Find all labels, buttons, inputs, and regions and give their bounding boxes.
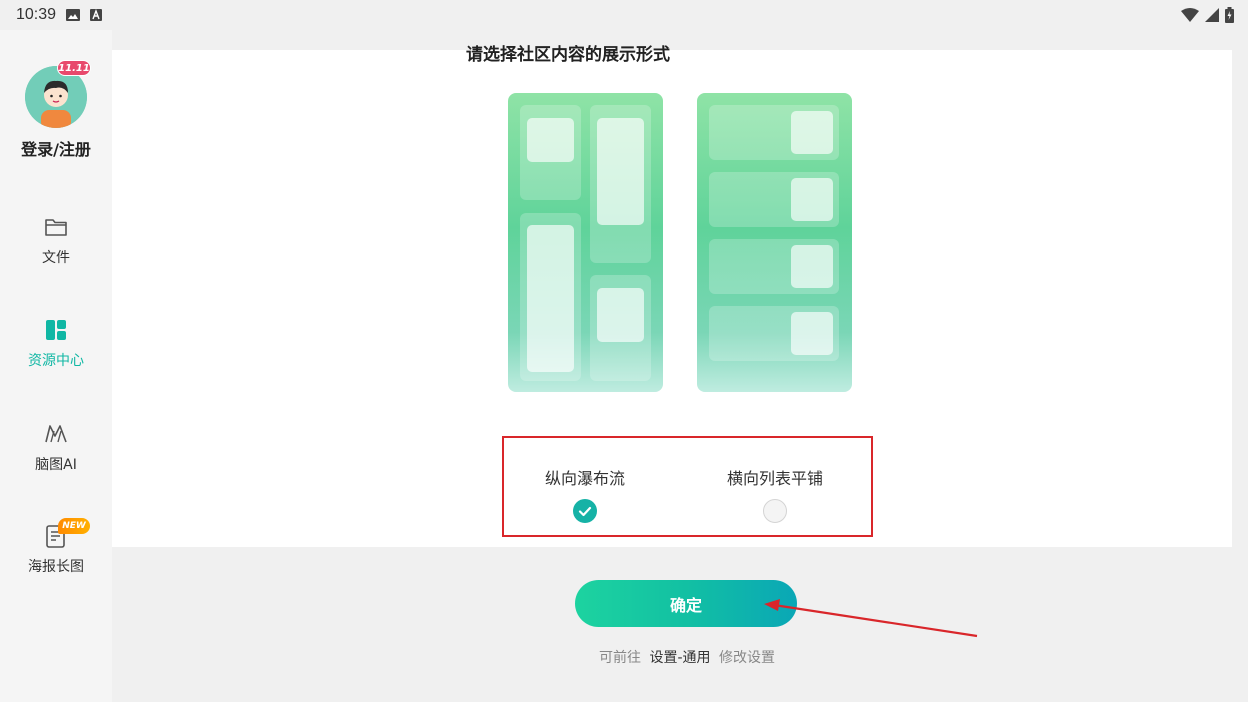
battery-icon xyxy=(1225,7,1234,23)
list-preview-card[interactable] xyxy=(697,93,852,392)
wifi-icon xyxy=(1181,8,1199,22)
highlight-box xyxy=(502,436,873,537)
annotation-arrow-icon xyxy=(764,599,978,638)
sidebar-item-label: 脑图AI xyxy=(35,457,77,473)
sidebar-item-label: 资源中心 xyxy=(28,353,84,369)
folder-icon xyxy=(45,219,67,236)
sidebar-item-mindmap-ai[interactable]: 脑图AI xyxy=(0,420,112,500)
grid-icon xyxy=(46,320,66,340)
image-icon xyxy=(66,9,81,21)
new-badge: NEW xyxy=(58,518,90,534)
sidebar-item-label: 文件 xyxy=(42,250,70,266)
hint-prefix: 可前往 xyxy=(599,650,642,666)
waterfall-preview-card[interactable] xyxy=(508,93,663,392)
signal-icon xyxy=(1205,8,1219,22)
hint-suffix: 修改设置 xyxy=(718,650,775,666)
a-badge-icon xyxy=(90,9,103,21)
sidebar-item-resource-center[interactable]: 资源中心 xyxy=(0,316,112,396)
page-title: 请选择社区内容的展示形式 xyxy=(466,45,670,65)
settings-hint: 可前往 设置-通用 修改设置 xyxy=(0,647,1248,667)
status-time: 10:39 xyxy=(16,6,57,23)
sidebar-item-label: 海报长图 xyxy=(28,559,84,575)
status-bar: 10:39 xyxy=(0,0,1248,30)
sidebar-item-files[interactable]: 文件 xyxy=(0,213,112,293)
mindmap-ai-icon xyxy=(45,425,67,443)
settings-general-link[interactable]: 设置-通用 xyxy=(649,650,710,666)
sidebar: 11.11 登录/注册 文件 资源中心 脑图AI NEW 海报长图 xyxy=(0,30,112,702)
sidebar-item-poster[interactable]: NEW 海报长图 xyxy=(0,518,112,602)
login-register-label[interactable]: 登录/注册 xyxy=(0,136,112,160)
